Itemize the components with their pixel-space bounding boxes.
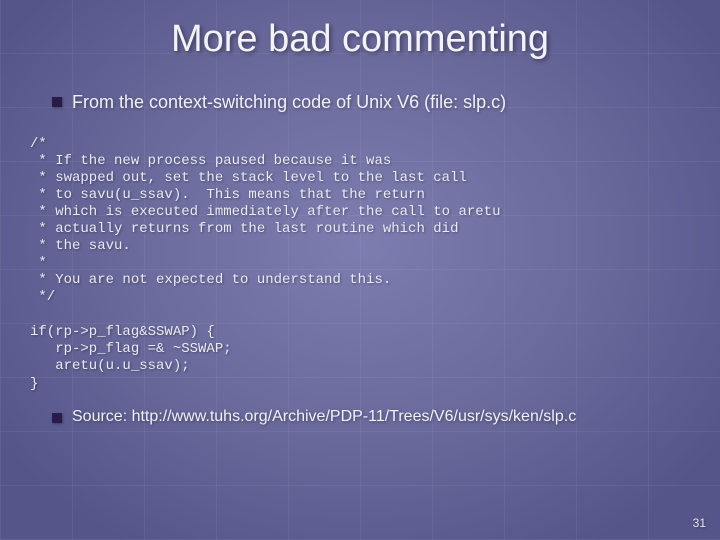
bullet-icon — [52, 97, 62, 107]
code-comment-block: /* * If the new process paused because i… — [0, 136, 720, 307]
code-snippet-block: if(rp->p_flag&SSWAP) { rp->p_flag =& ~SS… — [0, 324, 720, 392]
bullet-item-context: From the context-switching code of Unix … — [0, 91, 720, 114]
bullet-text-context: From the context-switching code of Unix … — [72, 91, 506, 114]
bullet-icon — [52, 413, 62, 423]
bullet-item-source: Source: http://www.tuhs.org/Archive/PDP-… — [0, 407, 720, 427]
slide-title: More bad commenting — [0, 0, 720, 61]
page-number: 31 — [693, 516, 706, 530]
bullet-text-source: Source: http://www.tuhs.org/Archive/PDP-… — [72, 407, 576, 427]
